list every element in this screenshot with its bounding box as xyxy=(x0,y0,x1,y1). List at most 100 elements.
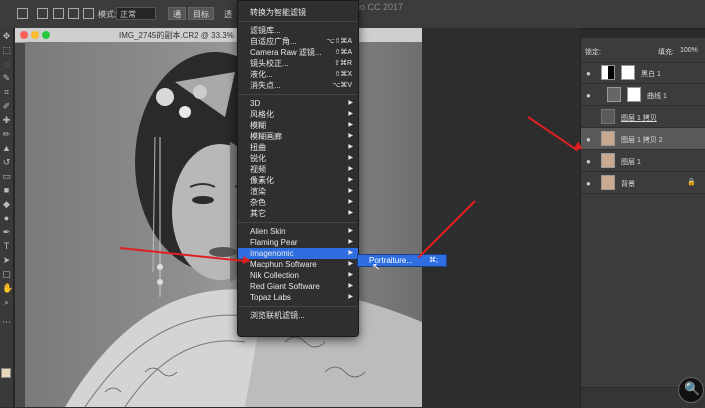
new-selection-icon[interactable] xyxy=(37,8,48,19)
hand-tool-icon[interactable]: ✋ xyxy=(2,284,13,293)
layer-row[interactable]: ● 图层 1 xyxy=(581,150,705,172)
submenu-arrow-icon: ▶ xyxy=(348,272,353,278)
intersect-selection-icon[interactable] xyxy=(83,8,94,19)
eyedropper-tool-icon[interactable]: ✐ xyxy=(2,102,11,111)
filter-menu-item[interactable]: Camera Raw 滤镜... ⇧⌘A xyxy=(238,47,358,58)
submenu-arrow-icon: ▶ xyxy=(348,239,353,245)
filter-menu-item[interactable]: 像素化 ▶ xyxy=(238,175,358,186)
zoom-tool-icon[interactable]: ⌕ xyxy=(2,298,11,307)
menu-item-label: Macphun Software xyxy=(250,260,317,269)
options-button-1[interactable]: 通 xyxy=(168,7,186,20)
menu-item-label: 3D xyxy=(250,99,261,108)
filter-menu-item[interactable]: 视频 ▶ xyxy=(238,164,358,175)
eye-icon[interactable]: ● xyxy=(586,91,591,100)
eye-icon[interactable]: ● xyxy=(586,135,591,144)
blur-tool-icon[interactable]: ◆ xyxy=(2,200,11,209)
zoom-window-icon[interactable] xyxy=(42,31,50,39)
add-selection-icon[interactable] xyxy=(53,8,64,19)
filter-menu-item[interactable]: 模糊画廊 ▶ xyxy=(238,131,358,142)
filter-menu-item[interactable]: 模糊 ▶ xyxy=(238,120,358,131)
layer-row[interactable]: ● 曲线 1 xyxy=(581,84,705,106)
layer-row[interactable]: ● 背景 🔒 xyxy=(581,172,705,194)
marquee-tool-icon[interactable]: ⬚ xyxy=(2,46,11,55)
filter-menu-item[interactable]: 浏览联机滤镜... xyxy=(238,310,358,321)
document-title: IMG_2745的副本.CR2 @ 33.3% xyxy=(119,31,234,40)
filter-menu-item[interactable]: 转换为智能滤镜 xyxy=(238,7,358,18)
brush-tool-icon[interactable]: ✏ xyxy=(2,130,11,139)
subtract-selection-icon[interactable] xyxy=(68,8,79,19)
image-canvas[interactable] xyxy=(25,42,422,407)
filter-menu-item[interactable]: Macphun Software ▶ xyxy=(238,259,358,270)
menu-item-label: 液化... xyxy=(250,70,273,79)
layers-panel-header: 锁定: 填充: 100% xyxy=(581,38,705,63)
layer-name: 曲线 1 xyxy=(647,93,667,100)
lock-label: 锁定: xyxy=(585,49,601,56)
healing-tool-icon[interactable]: ✚ xyxy=(2,116,11,125)
eye-icon[interactable]: ● xyxy=(586,157,591,166)
filter-menu-item[interactable]: 滤镜库... xyxy=(238,25,358,36)
filter-menu-item[interactable]: 风格化 ▶ xyxy=(238,109,358,120)
menu-item-label: 自适应广角... xyxy=(250,37,297,46)
eraser-tool-icon[interactable]: ▭ xyxy=(2,172,11,181)
filter-menu-item[interactable]: 镜头校正... ⇧⌘R xyxy=(238,58,358,69)
menu-item-label: 浏览联机滤镜... xyxy=(250,311,305,320)
tools-panel: ✥ ⬚ ◌ ✎ ⌗ ✐ ✚ ✏ ▲ ↺ ▭ ■ ◆ ● ✒ T ➤ ▢ ✋ ⌕ … xyxy=(0,28,14,407)
stamp-tool-icon[interactable]: ▲ xyxy=(2,144,11,153)
filter-menu-item[interactable]: 扭曲 ▶ xyxy=(238,142,358,153)
close-window-icon[interactable] xyxy=(20,31,28,39)
options-button-2[interactable]: 目标 xyxy=(188,7,214,20)
layer-name: 图层 1 拷贝 xyxy=(621,115,657,122)
portrait-photo xyxy=(65,52,422,407)
filter-menu-item[interactable]: 自适应广角... ⌥⇧⌘A xyxy=(238,36,358,47)
move-tool-icon[interactable]: ✥ xyxy=(2,32,11,41)
layer-row-selected[interactable]: ● 图层 1 拷贝 2 xyxy=(581,128,705,150)
imagenomic-submenu[interactable]: Portraiture... ⌘; xyxy=(357,254,447,267)
eye-icon[interactable]: ● xyxy=(586,179,591,188)
gradient-tool-icon[interactable]: ■ xyxy=(2,186,11,195)
mode-select[interactable]: 正常 xyxy=(116,7,156,20)
menu-item-label: 锐化 xyxy=(250,154,266,163)
menu-item-label: Nik Collection xyxy=(250,271,299,280)
layer-name: 背景 xyxy=(621,181,635,188)
filter-menu-item[interactable]: Red Giant Software ▶ xyxy=(238,281,358,292)
shape-tool-icon[interactable]: ▢ xyxy=(2,270,11,279)
filter-menu-item[interactable]: Topaz Labs ▶ xyxy=(238,292,358,303)
path-select-tool-icon[interactable]: ➤ xyxy=(2,256,11,265)
dodge-tool-icon[interactable]: ● xyxy=(2,214,11,223)
filter-menu-item[interactable]: Alien Skin ▶ xyxy=(238,226,358,237)
fill-value[interactable]: 100% xyxy=(680,47,698,54)
quick-select-tool-icon[interactable]: ✎ xyxy=(2,74,11,83)
crop-tool-icon[interactable]: ⌗ xyxy=(2,88,11,97)
filter-menu-item[interactable]: 消失点... ⌥⌘V xyxy=(238,80,358,91)
filter-menu-item[interactable]: 渲染 ▶ xyxy=(238,186,358,197)
menu-item-shortcut: ⇧⌘X xyxy=(334,71,352,78)
lasso-tool-icon[interactable]: ◌ xyxy=(2,60,11,69)
type-tool-icon[interactable]: T xyxy=(2,242,11,251)
more-tools-icon[interactable]: ⋯ xyxy=(2,318,11,327)
foreground-color-swatch[interactable] xyxy=(1,368,11,378)
filter-menu-item[interactable]: 锐化 ▶ xyxy=(238,153,358,164)
filter-menu-item[interactable]: Imagenomic ▶ xyxy=(238,248,358,259)
minimize-window-icon[interactable] xyxy=(31,31,39,39)
filter-menu-item[interactable]: 3D ▶ xyxy=(238,98,358,109)
filter-menu-item[interactable]: 液化... ⇧⌘X xyxy=(238,69,358,80)
filter-menu-item[interactable]: 其它 ▶ xyxy=(238,208,358,219)
history-brush-tool-icon[interactable]: ↺ xyxy=(2,158,11,167)
filter-menu-item[interactable]: 杂色 ▶ xyxy=(238,197,358,208)
menu-item-label: Imagenomic xyxy=(250,249,294,258)
filter-menu-item[interactable]: Nik Collection ▶ xyxy=(238,270,358,281)
filter-menu-item[interactable]: Flaming Pear ▶ xyxy=(238,237,358,248)
app-title: bo CC 2017 xyxy=(355,2,404,12)
fill-label: 填充: xyxy=(658,49,674,56)
layer-thumbnail xyxy=(601,175,615,190)
adjustment-icon xyxy=(601,65,615,80)
menu-item-label: 消失点... xyxy=(250,81,281,90)
layer-row[interactable]: 图层 1 拷贝 xyxy=(581,106,705,128)
eye-icon[interactable]: ● xyxy=(586,69,591,78)
pen-tool-icon[interactable]: ✒ xyxy=(2,228,11,237)
menu-item-label: 其它 xyxy=(250,209,266,218)
tool-preset-icon[interactable] xyxy=(17,8,28,19)
menu-item-label: Flaming Pear xyxy=(250,238,298,247)
zoom-magnifier-icon[interactable]: 🔍 xyxy=(678,377,704,403)
layer-row[interactable]: ● 黑白 1 xyxy=(581,62,705,84)
